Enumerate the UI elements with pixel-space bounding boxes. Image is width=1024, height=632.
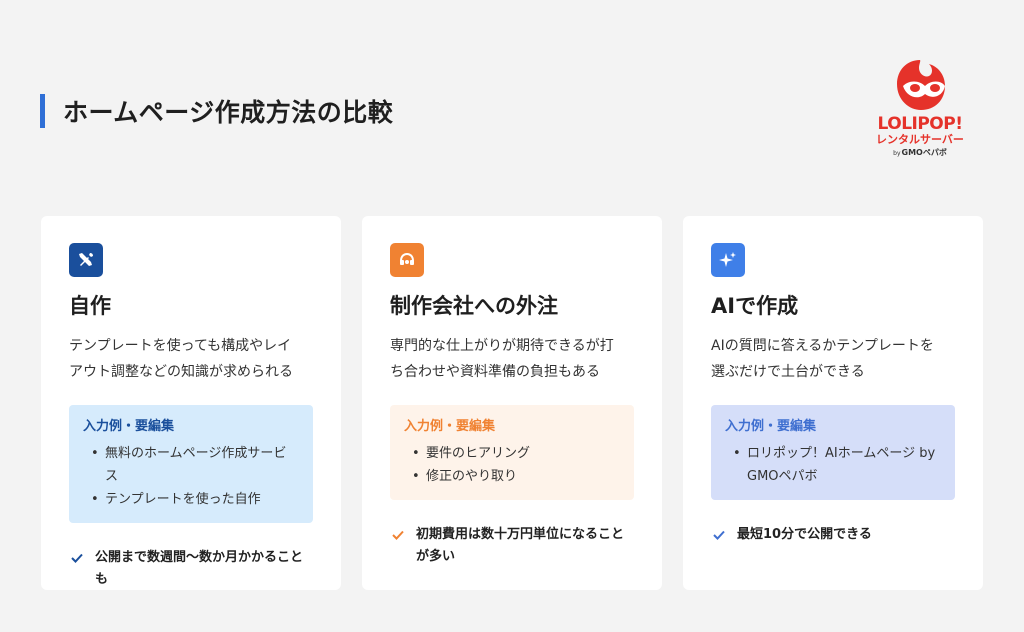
tools-icon (69, 243, 103, 277)
example-box: 入力例・要編集 ロリポップ！AIホームページ by GMOペパボ (711, 405, 955, 500)
sparkle-icon (711, 243, 745, 277)
card-note: 公開まで数週間〜数か月かかることも (69, 547, 313, 591)
list-item: テンプレートを使った自作 (83, 488, 299, 511)
page-title: ホームページ作成方法の比較 (63, 98, 394, 127)
check-icon (392, 530, 404, 540)
example-heading: 入力例・要編集 (83, 419, 175, 434)
lolipop-mascot-icon (897, 60, 945, 110)
comparison-cards: 自作 テンプレートを使っても構成やレイ アウト調整などの知識が求められる 入力例… (41, 216, 983, 590)
card-note: 最短10分で公開できる (711, 524, 955, 546)
example-box: 入力例・要編集 無料のホームページ作成サービス テンプレートを使った自作 (69, 405, 313, 523)
card-note: 初期費用は数十万円単位になることが多い (390, 524, 634, 568)
page-header: ホームページ作成方法の比較 (40, 93, 393, 129)
card-title: 自作 (69, 294, 111, 318)
lolipop-logo[interactable]: LOLIPOP! レンタルサーバー byGMOペパボ (862, 56, 978, 168)
card-ai: AIで作成 AIの質問に答えるかテンプレートを 選ぶだけで土台ができる 入力例・… (683, 216, 983, 590)
note-text: 初期費用は数十万円単位になることが多い (416, 527, 625, 564)
title-accent-bar (40, 94, 45, 128)
example-list: 要件のヒアリング 修正のやり取り (404, 442, 620, 488)
card-outsourcing: 制作会社への外注 専門的な仕上がりが期待できるが打 ち合わせや資料準備の負担もあ… (362, 216, 662, 590)
card-description: AIの質問に答えるかテンプレートを 選ぶだけで土台ができる (711, 338, 934, 380)
note-text: 最短10分で公開できる (737, 527, 872, 542)
list-item: 要件のヒアリング (404, 442, 620, 465)
example-heading: 入力例・要編集 (725, 419, 817, 434)
logo-byline: byGMOペパボ (893, 148, 947, 157)
list-item: 無料のホームページ作成サービス (83, 442, 299, 488)
logo-subtitle: レンタルサーバー (876, 133, 964, 146)
list-item: 修正のやり取り (404, 465, 620, 488)
card-description: テンプレートを使っても構成やレイ アウト調整などの知識が求められる (69, 338, 293, 380)
example-heading: 入力例・要編集 (404, 419, 496, 434)
list-item: ロリポップ！AIホームページ by GMOペパボ (725, 442, 941, 488)
card-title: 制作会社への外注 (390, 294, 558, 318)
example-list: ロリポップ！AIホームページ by GMOペパボ (725, 442, 941, 488)
check-icon (713, 530, 725, 540)
support-icon (390, 243, 424, 277)
card-title: AIで作成 (711, 294, 799, 318)
example-list: 無料のホームページ作成サービス テンプレートを使った自作 (83, 442, 299, 511)
note-text: 公開まで数週間〜数か月かかることも (95, 550, 304, 587)
card-description: 専門的な仕上がりが期待できるが打 ち合わせや資料準備の負担もある (390, 338, 614, 380)
logo-wordmark: LOLIPOP! (877, 114, 963, 134)
example-box: 入力例・要編集 要件のヒアリング 修正のやり取り (390, 405, 634, 500)
card-self-made: 自作 テンプレートを使っても構成やレイ アウト調整などの知識が求められる 入力例… (41, 216, 341, 590)
check-icon (71, 553, 83, 563)
